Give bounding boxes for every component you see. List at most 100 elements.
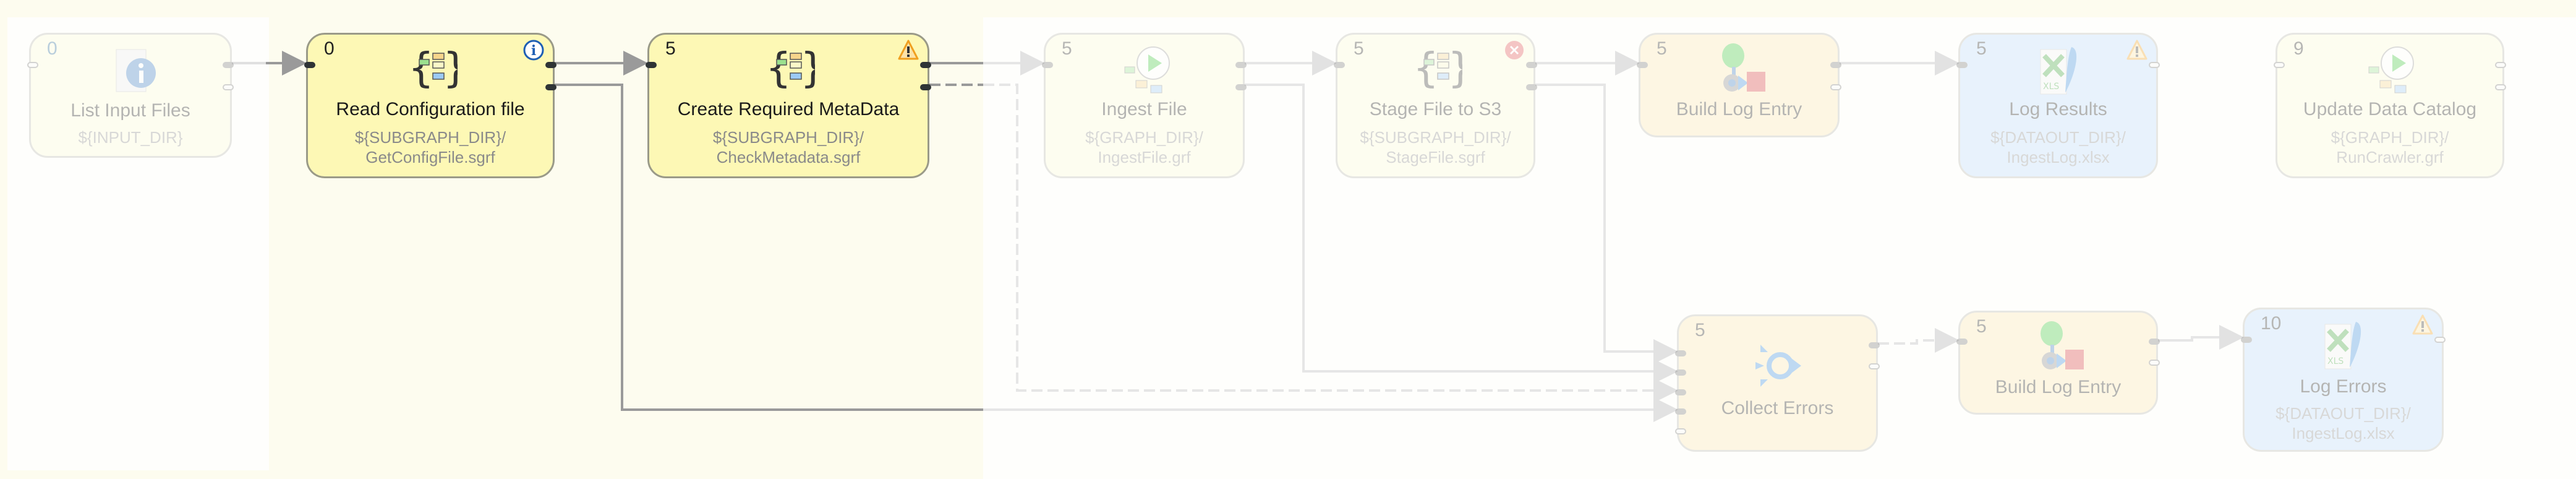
node-subtitle-line1: ${SUBGRAPH_DIR}/ [1360,128,1511,147]
input-port[interactable] [1956,62,1968,68]
error-icon[interactable] [1504,40,1525,61]
output-port[interactable] [223,62,234,68]
output-port[interactable] [1526,62,1537,68]
input-port[interactable] [2241,337,2252,343]
node-phase-number: 5 [1976,316,1987,337]
reformat-icon [1713,43,1769,95]
input-port[interactable] [1675,408,1686,415]
file-list-info-icon [111,46,156,95]
node-title: Log Errors [2300,376,2387,397]
output-port[interactable] [2149,360,2160,366]
node-phase-number: 9 [2293,38,2304,59]
execute-graph-icon [1120,45,1175,97]
output-port[interactable] [2495,84,2506,90]
node-build-log-entry[interactable]: 5 Build Log Entry [1637,33,1841,137]
input-port[interactable] [1675,350,1686,356]
input-port[interactable] [1675,389,1686,395]
output-port[interactable] [2495,62,2506,68]
input-port[interactable] [1637,62,1648,68]
node-ingest-file[interactable]: 5 Ingest File ${GRAPH_DIR}/ IngestFile.g… [1042,33,1247,178]
node-subtitle-line2: IngestLog.xlsx [2292,424,2395,442]
output-port[interactable] [1830,84,1841,90]
output-port[interactable] [2434,337,2446,343]
reformat-icon [2032,321,2088,373]
subgraph-icon: {} [766,44,826,92]
node-title: Log Results [2009,99,2107,119]
node-title: Build Log Entry [1676,99,1802,119]
output-port[interactable] [1830,62,1841,68]
node-phase-number: 5 [1695,320,1705,340]
input-port[interactable] [1675,428,1686,434]
node-phase-number: 10 [2261,313,2282,334]
node-phase-number: 5 [1976,38,1987,59]
edge-collect-to-buildlog2[interactable] [1878,328,1960,353]
node-phase-number: 5 [1354,38,1364,59]
input-port[interactable] [27,62,38,68]
input-port[interactable] [304,62,315,68]
node-subtitle-line2: RunCrawler.grf [2336,148,2444,166]
input-port[interactable] [1956,339,1968,345]
svg-text:}: } [1448,45,1462,92]
node-title: Create Required MetaData [677,99,900,119]
edge-buildlog2-to-logerrors[interactable] [2158,325,2244,350]
node-stage-file-to-s3[interactable]: 5 {} Stage File to S3 ${SUBGRAPH_DIR}/ S… [1334,33,1537,178]
output-port[interactable] [920,84,931,90]
node-subtitle-line2: IngestFile.grf [1098,148,1191,166]
svg-text:}: } [443,45,458,92]
input-port[interactable] [2274,62,2285,68]
warning-icon[interactable] [2412,314,2433,335]
execute-graph-icon [2364,45,2420,97]
node-subtitle: ${INPUT_DIR} [78,128,183,147]
node-log-results[interactable]: 5 XLS Log Results ${DATAOUT_DIR}/ Ingest… [1956,33,2160,178]
svg-text:}: } [800,45,815,92]
node-subtitle-line1: ${SUBGRAPH_DIR}/ [712,128,864,147]
node-subtitle-line2: IngestLog.xlsx [2007,148,2110,166]
node-subtitle-line1: ${SUBGRAPH_DIR}/ [354,128,506,147]
node-subtitle-line1: ${GRAPH_DIR}/ [1085,128,1203,147]
output-port[interactable] [545,84,557,90]
subgraph-icon: {} [1413,44,1474,92]
node-log-errors[interactable]: 10 XLS Log Errors ${DATAOUT_DIR}/ Ingest… [2241,308,2446,452]
svg-text:{: { [1413,45,1439,92]
node-subtitle-line2: GetConfigFile.sgrf [365,148,495,166]
node-subtitle-line1: ${DATAOUT_DIR}/ [2275,404,2411,423]
xls-writer-icon: XLS [2319,318,2368,374]
info-icon[interactable]: i [523,40,544,61]
node-collect-errors[interactable]: 5 Collect Errors [1675,314,1880,452]
node-list-input-files[interactable]: 0 List Input Files ${INPUT_DIR} [27,33,234,158]
node-phase-number: 5 [1657,38,1667,59]
node-read-configuration-file[interactable]: 0 {} i Read Configuration file ${SUBGRAP… [304,33,557,178]
node-update-data-catalog[interactable]: 9 Update Data Catalog ${GRAPH_DIR}/ RunC… [2274,33,2506,178]
output-port[interactable] [1869,342,1880,348]
output-port[interactable] [2149,62,2160,68]
output-port[interactable] [545,62,557,68]
xls-writer-icon: XLS [2034,43,2084,99]
node-build-log-entry-errors[interactable]: 5 Build Log Entry [1956,311,2160,415]
warning-icon[interactable] [2126,40,2147,61]
node-create-required-metadata[interactable]: 5 {} Create Required MetaData ${SUBGRAPH… [646,33,931,178]
input-port[interactable] [646,62,657,68]
output-port[interactable] [1869,363,1880,369]
node-subtitle-line2: CheckMetadata.sgrf [716,148,861,166]
input-port[interactable] [1675,369,1686,376]
node-title: Ingest File [1101,99,1187,119]
input-port[interactable] [1334,62,1345,68]
output-port[interactable] [920,62,931,68]
subgraph-icon: {} [408,44,469,92]
input-port[interactable] [1042,62,1053,68]
output-port[interactable] [223,84,234,90]
output-port[interactable] [1235,62,1247,68]
node-phase-number: 5 [665,38,676,59]
output-port[interactable] [1526,84,1537,90]
svg-text:XLS: XLS [2043,82,2059,92]
output-port[interactable] [2149,339,2160,345]
node-subtitle-line1: ${GRAPH_DIR}/ [2331,128,2449,147]
node-phase-number: 5 [1062,38,1072,59]
warning-icon[interactable] [898,40,919,61]
node-title: List Input Files [70,100,190,121]
node-title: Read Configuration file [336,99,525,119]
svg-text:XLS: XLS [2327,356,2344,366]
node-subtitle-line2: StageFile.sgrf [1386,148,1485,166]
svg-text:{: { [408,45,434,92]
output-port[interactable] [1235,84,1247,90]
